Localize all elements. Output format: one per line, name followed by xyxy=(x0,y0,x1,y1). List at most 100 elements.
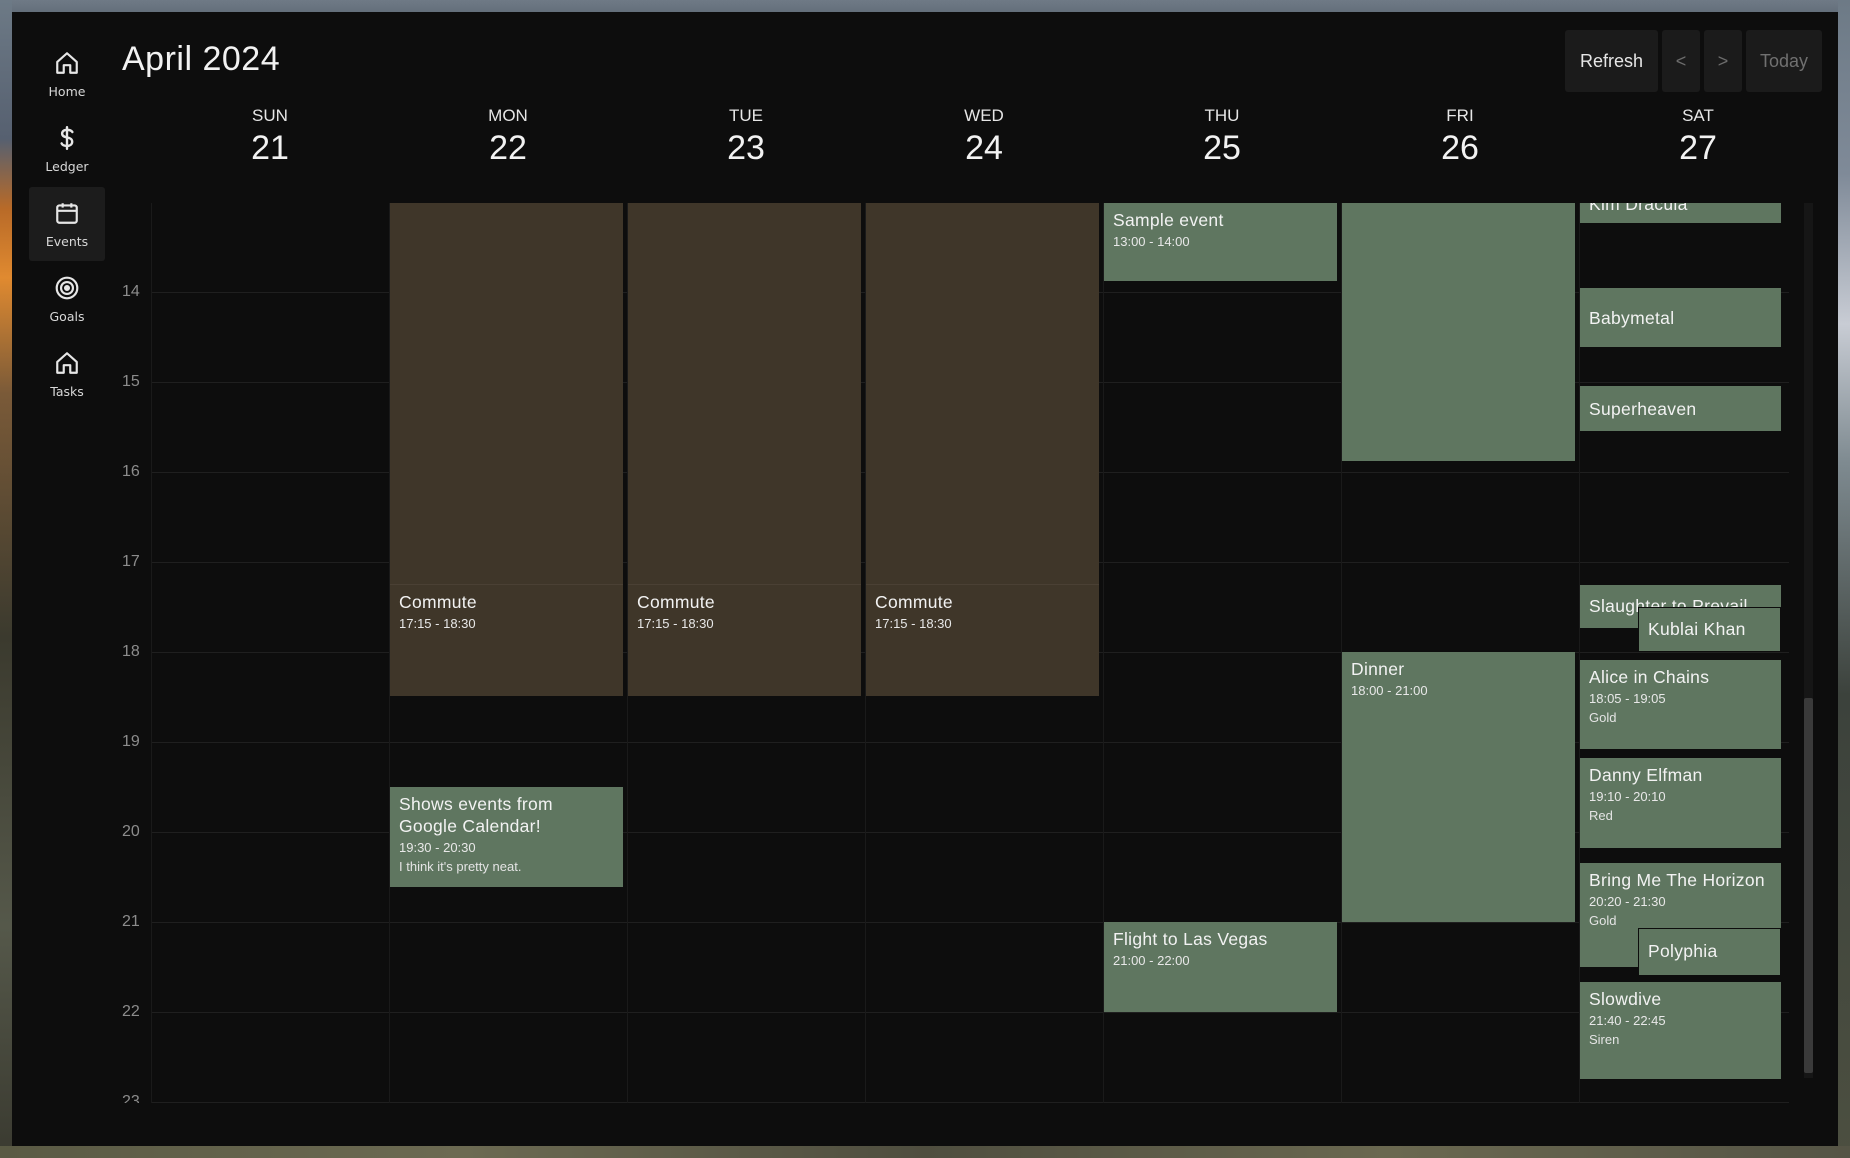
hour-line xyxy=(151,1102,1789,1103)
day-header-wed: WED 24 xyxy=(865,106,1103,168)
event-time: 17:15 - 18:30 xyxy=(399,616,476,631)
sidebar-item-label: Ledger xyxy=(45,158,89,174)
hour-label: 18 xyxy=(122,643,140,660)
event-google-calendar[interactable]: Shows events from Google Calendar! 19:30… xyxy=(390,787,623,887)
event-time: 18:00 - 21:00 xyxy=(1351,683,1428,698)
event-title: Commute xyxy=(875,592,953,612)
event-description: Gold xyxy=(1589,710,1617,725)
event-title: Dinner xyxy=(1351,659,1405,679)
event-flight[interactable]: Flight to Las Vegas 21:00 - 22:00 xyxy=(1104,922,1337,1012)
event-title: Babymetal xyxy=(1589,308,1675,328)
event-commute[interactable]: Commute 17:15 - 18:30 xyxy=(866,584,1099,696)
event-kim-dracula[interactable]: Kim Dracula xyxy=(1580,203,1781,223)
event-title: Bring Me The Horizon xyxy=(1589,870,1765,890)
next-week-button[interactable]: > xyxy=(1704,30,1742,92)
calendar-app-window: Home Ledger Events Goals Tasks April 202… xyxy=(12,12,1838,1146)
event-alice-in-chains[interactable]: Alice in Chains 18:05 - 19:05 Gold xyxy=(1580,660,1781,749)
event-superheaven[interactable]: Superheaven xyxy=(1580,386,1781,431)
event-title: Superheaven xyxy=(1589,399,1697,419)
day-number: 26 xyxy=(1441,129,1479,167)
event-time: 21:40 - 22:45 xyxy=(1589,1013,1666,1028)
refresh-button[interactable]: Refresh xyxy=(1565,30,1658,92)
day-name: FRI xyxy=(1446,106,1474,125)
day-number: 24 xyxy=(965,129,1003,167)
day-header-fri: FRI 26 xyxy=(1341,106,1579,168)
event-time: 21:00 - 22:00 xyxy=(1113,953,1190,968)
event-block[interactable] xyxy=(866,203,1099,596)
day-name: WED xyxy=(964,106,1004,125)
sidebar-item-home[interactable]: Home xyxy=(29,37,105,111)
event-title: Commute xyxy=(399,592,477,612)
event-title: Flight to Las Vegas xyxy=(1113,929,1268,949)
event-block[interactable] xyxy=(628,203,861,596)
event-title: Slowdive xyxy=(1589,989,1662,1009)
wallpaper-left xyxy=(0,0,12,1158)
event-commute[interactable]: Commute 17:15 - 18:30 xyxy=(390,584,623,696)
event-title: Kublai Khan xyxy=(1648,619,1746,639)
event-block[interactable] xyxy=(390,203,623,596)
day-number: 21 xyxy=(251,129,289,167)
event-title: Alice in Chains xyxy=(1589,667,1710,687)
event-title: Kim Dracula xyxy=(1589,203,1688,214)
event-description: Gold xyxy=(1589,913,1617,928)
hour-label: 16 xyxy=(122,463,140,480)
event-dinner[interactable]: Dinner 18:00 - 21:00 xyxy=(1342,652,1575,922)
event-description: I think it's pretty neat. xyxy=(399,859,522,874)
hour-label: 21 xyxy=(122,913,140,930)
week-grid[interactable]: 14 15 16 17 18 19 20 21 22 23 Commute 17… xyxy=(12,203,1838,1103)
event-commute[interactable]: Commute 17:15 - 18:30 xyxy=(628,584,861,696)
day-name: MON xyxy=(488,106,528,125)
event-slowdive[interactable]: Slowdive 21:40 - 22:45 Siren xyxy=(1580,982,1781,1079)
day-header-sun: SUN 21 xyxy=(151,106,389,168)
event-block[interactable] xyxy=(1342,203,1575,461)
day-divider xyxy=(151,203,152,1103)
hour-line xyxy=(151,922,1789,923)
event-description: Siren xyxy=(1589,1032,1620,1047)
event-time: 19:30 - 20:30 xyxy=(399,840,476,855)
sidebar-item-label: Home xyxy=(48,83,86,99)
event-danny-elfman[interactable]: Danny Elfman 19:10 - 20:10 Red xyxy=(1580,758,1781,848)
day-name: TUE xyxy=(729,106,763,125)
home-icon xyxy=(56,51,78,74)
day-header-sat: SAT 27 xyxy=(1579,106,1817,168)
wallpaper-bottom xyxy=(0,1146,1850,1158)
day-number: 22 xyxy=(489,129,527,167)
day-number: 27 xyxy=(1679,129,1717,167)
event-babymetal[interactable]: Babymetal xyxy=(1580,288,1781,347)
day-name: THU xyxy=(1204,106,1240,125)
event-title: Danny Elfman xyxy=(1589,765,1703,785)
day-name: SUN xyxy=(252,106,288,125)
today-button[interactable]: Today xyxy=(1746,30,1822,92)
event-time: 17:15 - 18:30 xyxy=(875,616,952,631)
event-title: Shows events from Google Calendar! xyxy=(399,794,553,836)
event-title: Sample event xyxy=(1113,210,1224,230)
event-polyphia[interactable]: Polyphia xyxy=(1638,928,1781,976)
event-kublai-khan[interactable]: Kublai Khan xyxy=(1638,607,1781,652)
sidebar-item-ledger[interactable]: Ledger xyxy=(29,112,105,186)
event-time: 13:00 - 14:00 xyxy=(1113,234,1190,249)
hour-label: 17 xyxy=(122,553,140,570)
hour-label: 14 xyxy=(122,283,140,300)
previous-week-button[interactable]: < xyxy=(1662,30,1700,92)
day-name: SAT xyxy=(1682,106,1714,125)
hour-label: 22 xyxy=(122,1003,140,1020)
event-time: 18:05 - 19:05 xyxy=(1589,691,1666,706)
hour-line xyxy=(151,1012,1789,1013)
day-header-thu: THU 25 xyxy=(1103,106,1341,168)
day-number: 23 xyxy=(727,129,765,167)
event-sample[interactable]: Sample event 13:00 - 14:00 xyxy=(1104,203,1337,281)
hour-label: 15 xyxy=(122,373,140,390)
hour-label: 19 xyxy=(122,733,140,750)
dollar-icon xyxy=(60,125,74,150)
event-description: Red xyxy=(1589,808,1613,823)
day-header-mon: MON 22 xyxy=(389,106,627,168)
event-title: Commute xyxy=(637,592,715,612)
event-time: 17:15 - 18:30 xyxy=(637,616,714,631)
event-time: 19:10 - 20:10 xyxy=(1589,789,1666,804)
event-title: Polyphia xyxy=(1648,941,1718,961)
hour-label: 23 xyxy=(122,1093,140,1103)
day-number: 25 xyxy=(1203,129,1241,167)
event-time: 20:20 - 21:30 xyxy=(1589,894,1666,909)
hour-label: 20 xyxy=(122,823,140,840)
scrollbar-thumb[interactable] xyxy=(1804,698,1813,1073)
